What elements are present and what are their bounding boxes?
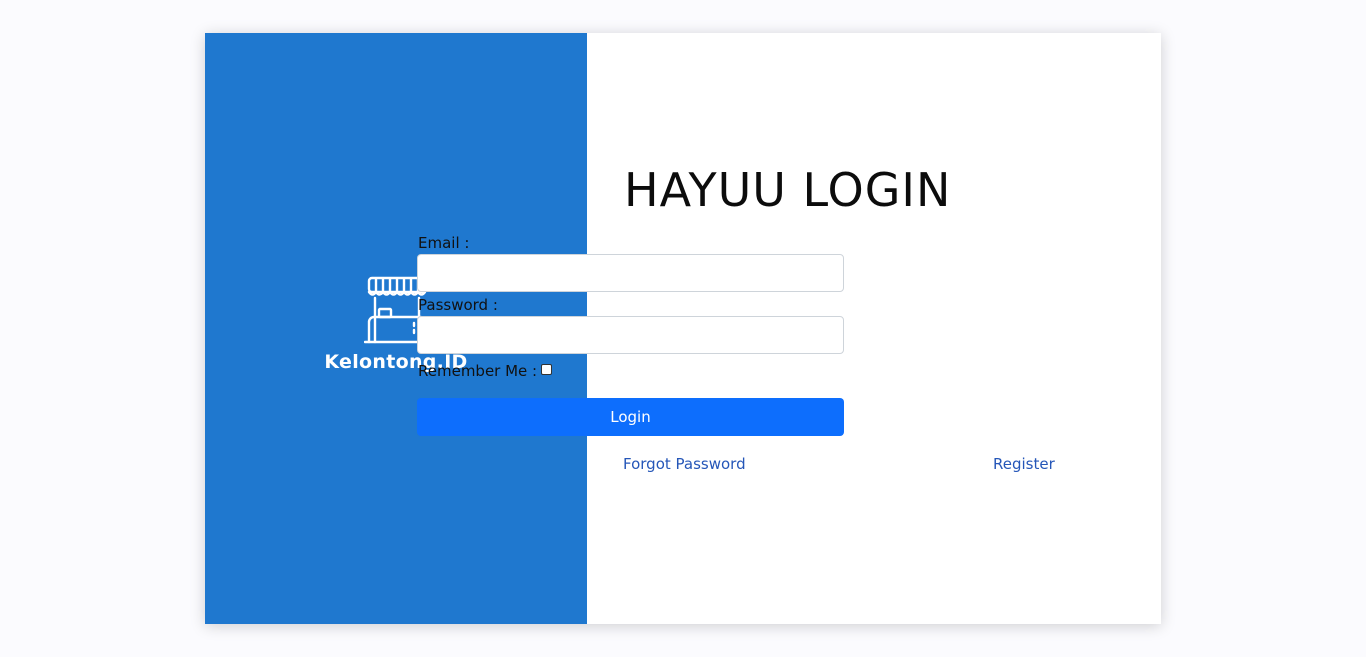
- remember-me-row: Remember Me :: [418, 362, 553, 380]
- email-label: Email :: [418, 234, 470, 252]
- password-label: Password :: [418, 296, 498, 314]
- forgot-password-link[interactable]: Forgot Password: [623, 455, 746, 473]
- register-link[interactable]: Register: [993, 455, 1055, 473]
- login-button[interactable]: Login: [417, 398, 844, 436]
- password-field[interactable]: [417, 316, 844, 354]
- remember-me-checkbox[interactable]: [541, 363, 553, 375]
- page-title: HAYUU LOGIN: [624, 163, 952, 217]
- remember-me-label: Remember Me :: [418, 362, 538, 380]
- email-field[interactable]: [417, 254, 844, 292]
